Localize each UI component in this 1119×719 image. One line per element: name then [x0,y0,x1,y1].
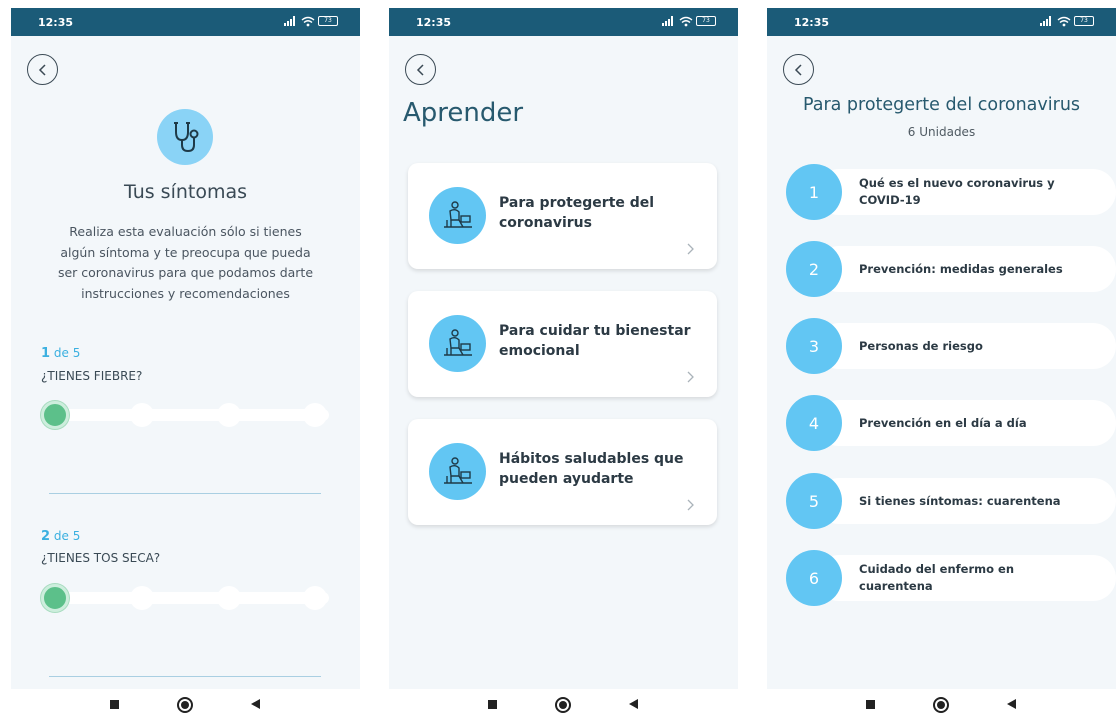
unit-number-badge: 1 [786,164,842,220]
status-time: 12:35 [38,16,74,29]
person-at-desk-icon [429,315,486,372]
wifi-icon [679,16,693,26]
back-button[interactable] [783,54,814,85]
slider-track [55,592,329,604]
recents-button[interactable] [110,700,119,709]
wifi-icon [301,16,315,26]
question-total: de 5 [53,529,81,543]
unit-item[interactable]: 1 Qué es el nuevo coronavirus y COVID-19 [786,164,1116,220]
slider-stop[interactable] [303,586,327,610]
unit-label: Prevención: medidas generales [859,261,1063,276]
system-nav-bar [11,689,360,719]
course-screen: 12:35 73 Para protegerte del coronavirus… [767,8,1116,719]
recents-button[interactable] [866,700,875,709]
home-button[interactable] [555,697,571,713]
wifi-icon [1057,16,1071,26]
unit-number-badge: 5 [786,473,842,529]
learn-screen: 12:35 73 Aprender Para protegerte del co… [389,8,738,719]
slider-track [55,409,329,421]
card-label: Para protegerte del coronavirus [499,195,655,231]
question-text: ¿TIENES FIEBRE? [41,369,143,383]
slider-stop[interactable] [217,403,241,427]
slider-thumb[interactable] [41,401,69,429]
answer-slider[interactable] [41,400,329,430]
system-nav-bar [389,689,738,719]
answer-slider[interactable] [41,583,329,613]
person-at-desk-icon [429,187,486,244]
status-time: 12:35 [416,16,452,29]
status-bar: 12:35 73 [11,8,360,36]
card-label: Para cuidar tu bienestar emocional [499,323,691,359]
divider [49,676,321,677]
signal-icon [662,16,676,26]
slider-thumb[interactable] [41,584,69,612]
signal-icon [1040,16,1054,26]
status-bar: 12:35 73 [767,8,1116,36]
home-button[interactable] [177,697,193,713]
home-button[interactable] [933,697,949,713]
page-title: Aprender [403,98,524,128]
battery-icon: 73 [318,16,338,26]
chevron-right-icon [687,371,694,383]
question-total: de 5 [53,346,81,360]
slider-stop[interactable] [130,403,154,427]
system-back-button[interactable] [629,699,638,709]
back-arrow-icon [38,63,46,76]
slider-stop[interactable] [130,586,154,610]
stethoscope-icon [157,109,213,165]
unit-label: Qué es el nuevo coronavirus y COVID-19 [859,176,1055,207]
chevron-right-icon [687,243,694,255]
units-count: 6 Unidades [907,125,976,139]
page-description: Realiza esta evaluación sólo si tienes a… [57,224,314,301]
battery-icon: 73 [696,16,716,26]
learn-card[interactable]: Hábitos saludables que pueden ayudarte [408,419,717,525]
question-counter: 1 de 5 [41,346,80,361]
unit-item[interactable]: 6 Cuidado del enfermo en cuarentena [786,550,1116,606]
unit-number-badge: 4 [786,395,842,451]
learn-card[interactable]: Para protegerte del coronavirus [408,163,717,269]
unit-label: Cuidado del enfermo en cuarentena [859,562,1015,593]
slider-stop[interactable] [217,586,241,610]
unit-number-badge: 6 [786,550,842,606]
learn-card[interactable]: Para cuidar tu bienestar emocional [408,291,717,397]
question-counter: 2 de 5 [41,529,80,544]
unit-label: Personas de riesgo [859,338,983,353]
page-title: Para protegerte del coronavirus [802,95,1081,115]
unit-label: Si tienes síntomas: cuarentena [859,493,1061,508]
card-label: Hábitos saludables que pueden ayudarte [499,451,684,487]
question-number: 2 [41,529,51,544]
status-time: 12:35 [794,16,830,29]
unit-item[interactable]: 4 Prevención en el día a día [786,395,1116,451]
system-nav-bar [767,689,1116,719]
symptoms-screen: 12:35 73 Tus síntomas Realiza esta evalu… [11,8,360,719]
divider [49,493,321,494]
unit-item[interactable]: 2 Prevención: medidas generales [786,241,1116,297]
back-arrow-icon [416,63,424,76]
signal-icon [284,16,298,26]
question-text: ¿TIENES TOS SECA? [41,551,161,565]
unit-number-badge: 3 [786,318,842,374]
system-back-button[interactable] [1007,699,1016,709]
chevron-right-icon [687,499,694,511]
status-bar: 12:35 73 [389,8,738,36]
system-back-button[interactable] [251,699,260,709]
page-title: Tus síntomas [123,181,248,203]
unit-label: Prevención en el día a día [859,415,1027,430]
slider-stop[interactable] [303,403,327,427]
back-button[interactable] [27,54,58,85]
recents-button[interactable] [488,700,497,709]
unit-item[interactable]: 5 Si tienes síntomas: cuarentena [786,473,1116,529]
unit-number-badge: 2 [786,241,842,297]
unit-item[interactable]: 3 Personas de riesgo [786,318,1116,374]
battery-icon: 73 [1074,16,1094,26]
question-number: 1 [41,346,51,361]
person-at-desk-icon [429,443,486,500]
back-button[interactable] [405,54,436,85]
back-arrow-icon [794,63,802,76]
